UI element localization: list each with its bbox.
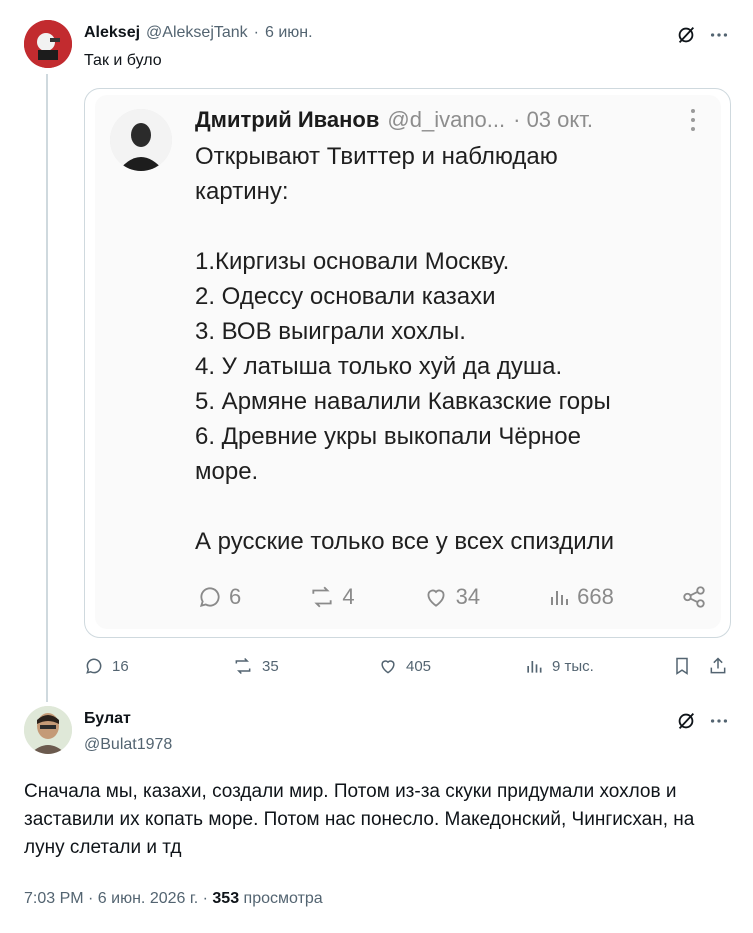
share-icon (710, 657, 726, 674)
like-icon (381, 660, 395, 674)
quoted-author-name: Дмитрий Иванов (195, 107, 380, 132)
reply-icon (86, 658, 102, 674)
like-count: 405 (406, 657, 432, 675)
quoted-reposts: 4 (308, 584, 355, 610)
reply-author-avatar[interactable] (24, 706, 72, 754)
views-button[interactable]: 9 тыс. (524, 656, 594, 676)
reply-more-icon[interactable] (708, 710, 730, 732)
quoted-share-icon (681, 584, 707, 610)
repost-button[interactable]: 35 (232, 656, 279, 676)
reply-count: 16 (112, 657, 129, 675)
quoted-replies: 6 (197, 584, 241, 610)
reply-button[interactable]: 16 (84, 656, 129, 676)
repost-count: 35 (262, 657, 279, 675)
reply-meta: 7:03 PM · 6 июн. 2026 г. · 353 просмотра (24, 890, 323, 908)
separator-dot: · (253, 24, 259, 41)
reply-timestamp[interactable]: 7:03 PM · 6 июн. 2026 г. · (24, 890, 212, 907)
author-avatar[interactable] (24, 20, 72, 68)
quoted-views-icon (551, 591, 569, 605)
quoted-reply-icon (199, 587, 220, 608)
quoted-likes: 34 (422, 584, 480, 610)
quoted-like-icon (427, 589, 445, 607)
reply-views-label: просмотра (239, 890, 323, 907)
quoted-author-handle: @d_ivano... (387, 107, 506, 132)
bookmark-icon (676, 657, 688, 675)
reply-author-name[interactable]: Булат (84, 710, 131, 728)
quoted-text: Открывают Твиттер и наблюдаю картину: 1.… (195, 143, 615, 555)
reply-grok-icon[interactable] (675, 710, 697, 732)
quoted-author-avatar (110, 109, 172, 171)
grok-icon[interactable] (675, 24, 697, 46)
post-text: Так и було (84, 52, 162, 69)
more-icon[interactable] (708, 24, 730, 46)
quoted-repost-icon (312, 586, 332, 608)
bookmark-button[interactable] (672, 656, 692, 676)
author-name[interactable]: Aleksej (84, 24, 140, 42)
post-date[interactable]: 6 июн. (265, 24, 313, 42)
reply-views-count: 353 (212, 890, 240, 907)
thread-line (46, 74, 48, 702)
quoted-tweet-image[interactable]: Дмитрий Иванов @d_ivano... · 03 окт. Отк… (84, 88, 731, 638)
reply-text: Сначала мы, казахи, создали мир. Потом и… (24, 781, 695, 858)
repost-icon (235, 657, 251, 675)
quoted-views-count: 668 (577, 584, 614, 609)
author-handle[interactable]: @AleksejTank (146, 24, 248, 42)
quoted-replies-count: 6 (229, 584, 242, 609)
like-button[interactable]: 405 (378, 656, 431, 676)
quoted-more-icon (689, 107, 697, 138)
quoted-views: 668 (547, 584, 614, 610)
share-button[interactable] (708, 656, 728, 676)
quoted-reposts-count: 4 (342, 584, 355, 609)
reply-author-handle[interactable]: @Bulat1978 (84, 736, 172, 754)
quoted-date: · 03 окт. (513, 107, 594, 132)
quoted-likes-count: 34 (455, 584, 481, 609)
views-count: 9 тыс. (552, 657, 594, 675)
views-icon (527, 661, 542, 673)
